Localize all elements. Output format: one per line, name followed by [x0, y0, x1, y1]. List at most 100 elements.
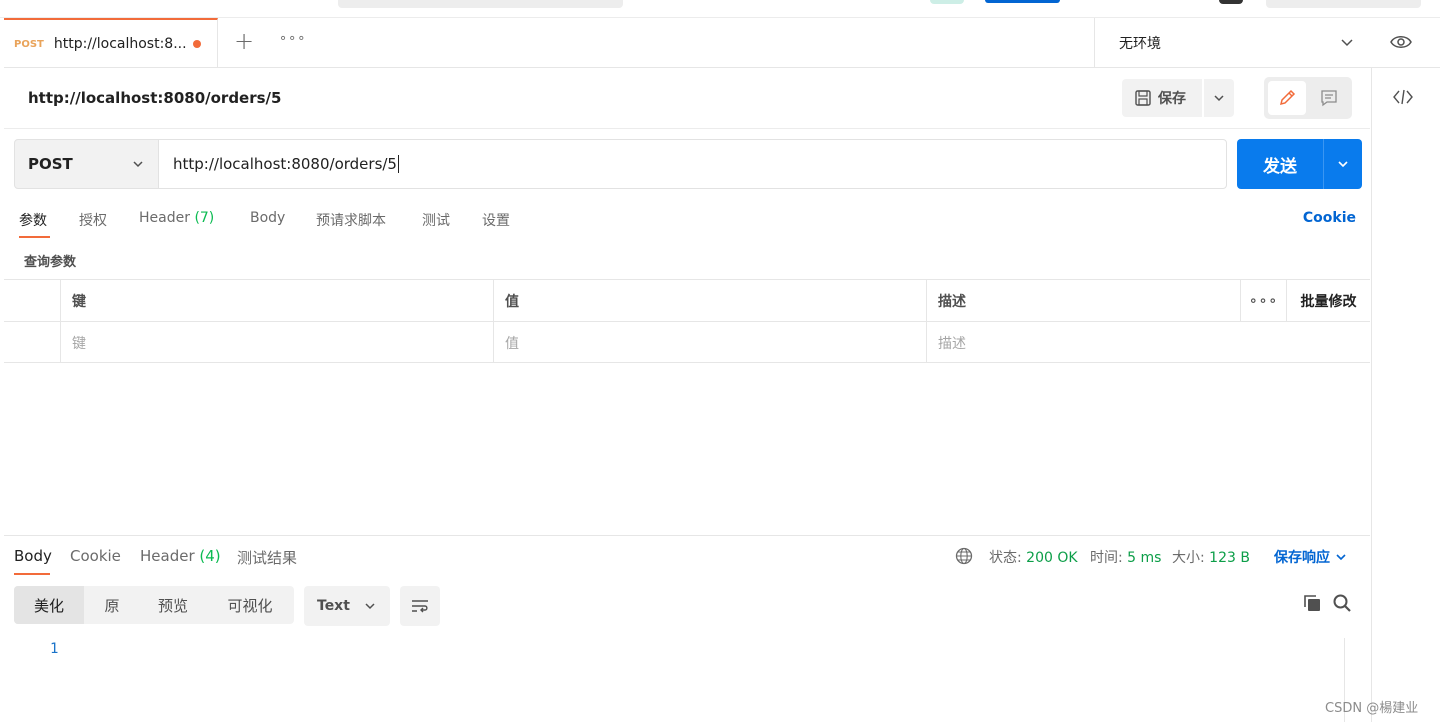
save-label: 保存 — [1158, 91, 1186, 107]
edit-mode-button[interactable] — [1268, 81, 1306, 115]
chevron-down-icon — [365, 603, 375, 610]
table-row: 键 值 描述 — [4, 322, 1370, 364]
url-input[interactable]: http://localhost:8080/orders/5 — [158, 139, 1227, 189]
request-tab[interactable]: POST http://localhost:8... — [4, 18, 218, 68]
search-bar-fragment — [338, 0, 623, 8]
response-divider[interactable] — [4, 535, 1370, 536]
response-tab-headers[interactable]: Header (4) — [140, 547, 221, 565]
description-input[interactable]: 描述 — [926, 322, 1240, 363]
status-label: 状态: — [989, 550, 1022, 566]
wrap-lines-button[interactable] — [400, 586, 440, 626]
tab-settings[interactable]: 设置 — [482, 210, 510, 230]
tab-body[interactable]: Body — [250, 210, 285, 226]
method-label: POST — [28, 155, 73, 173]
workspace-fragment — [1266, 0, 1421, 8]
bulk-edit-button[interactable]: 批量修改 — [1286, 280, 1370, 321]
tab-headers-label: Header — [139, 210, 190, 226]
save-response-button[interactable]: 保存响应 — [1274, 547, 1348, 567]
method-select[interactable]: POST — [14, 139, 159, 189]
top-toolbar-clipped — [0, 0, 1440, 18]
save-response-label: 保存响应 — [1274, 550, 1330, 566]
chevron-down-icon — [1341, 39, 1353, 47]
column-options-icon[interactable]: ∘∘∘ — [1240, 280, 1286, 321]
status-value: 200 OK — [1026, 550, 1078, 566]
text-cursor — [397, 155, 399, 173]
column-header-description: 描述 — [926, 280, 1240, 321]
environment-label: 无环境 — [1119, 36, 1161, 52]
watermark: CSDN @楊建业 — [1325, 701, 1419, 716]
time-indicator[interactable]: 时间: 5 ms — [1090, 547, 1161, 567]
time-value: 5 ms — [1127, 550, 1162, 566]
value-input[interactable]: 值 — [493, 322, 926, 363]
avatar-fragment — [930, 0, 964, 4]
send-button[interactable]: 发送 — [1237, 139, 1323, 189]
request-tabs: 参数 授权 Header (7) Body 预请求脚本 测试 设置 Cookie — [4, 204, 1370, 240]
pencil-icon — [1279, 89, 1296, 106]
url-value: http://localhost:8080/orders/5 — [173, 155, 397, 173]
profile-fragment — [1219, 0, 1243, 4]
request-header: http://localhost:8080/orders/5 保存 — [4, 68, 1370, 129]
tab-prerequest-script[interactable]: 预请求脚本 — [316, 210, 386, 230]
line-number: 1 — [50, 641, 59, 657]
eye-icon[interactable] — [1390, 32, 1412, 52]
size-value: 123 B — [1209, 550, 1250, 566]
chevron-down-icon — [1214, 95, 1224, 102]
tab-url: http://localhost:8... — [53, 36, 187, 52]
more-tabs-icon[interactable]: ∘∘∘ — [279, 31, 306, 46]
column-header-key: 键 — [60, 280, 493, 321]
time-label: 时间: — [1090, 550, 1123, 566]
format-preview-button[interactable]: 预览 — [140, 586, 206, 624]
search-icon[interactable] — [1332, 593, 1352, 613]
row-checkbox-cell — [4, 322, 60, 363]
format-toggle-group: 美化 原 预览 可视化 — [14, 586, 294, 624]
active-response-tab-indicator — [14, 573, 50, 575]
response-type-select[interactable]: Text — [304, 586, 390, 626]
cookie-link[interactable]: Cookie — [1303, 210, 1356, 226]
response-tab-body[interactable]: Body — [14, 547, 52, 565]
save-button[interactable]: 保存 — [1122, 79, 1202, 117]
key-input[interactable]: 键 — [60, 322, 493, 363]
tab-bar: POST http://localhost:8... + ∘∘∘ 无环境 — [4, 18, 1440, 68]
save-icon — [1135, 90, 1151, 106]
request-title[interactable]: http://localhost:8080/orders/5 — [28, 89, 281, 107]
column-header-value: 值 — [493, 280, 926, 321]
response-tab-test-results[interactable]: 测试结果 — [237, 547, 297, 568]
tab-method: POST — [14, 38, 44, 50]
save-options-button[interactable] — [1204, 79, 1234, 117]
tab-tests[interactable]: 测试 — [422, 210, 450, 230]
query-params-heading: 查询参数 — [24, 255, 77, 270]
tab-params[interactable]: 参数 — [19, 210, 47, 230]
unsaved-dot-icon — [193, 40, 201, 48]
send-options-button[interactable] — [1323, 139, 1362, 189]
response-headers-count: (4) — [199, 547, 221, 565]
response-type-label: Text — [317, 598, 350, 614]
tab-auth[interactable]: 授权 — [79, 210, 107, 230]
tab-headers[interactable]: Header (7) — [139, 210, 214, 226]
chevron-down-icon — [1336, 554, 1346, 561]
params-table: 键 值 描述 ∘∘∘ 批量修改 键 值 描述 — [4, 279, 1370, 363]
upgrade-button-fragment — [985, 0, 1060, 3]
comment-mode-button[interactable] — [1310, 81, 1348, 115]
new-tab-plus-icon[interactable]: + — [232, 29, 256, 54]
tab-headers-count: (7) — [194, 210, 215, 226]
status-indicator[interactable]: 状态: 200 OK — [989, 547, 1078, 567]
globe-icon[interactable] — [955, 547, 973, 565]
response-headers-label: Header — [140, 547, 195, 565]
copy-icon[interactable] — [1302, 593, 1322, 613]
format-visualize-button[interactable]: 可视化 — [206, 586, 294, 624]
format-raw-button[interactable]: 原 — [84, 586, 140, 624]
table-header-row: 键 值 描述 ∘∘∘ 批量修改 — [4, 280, 1370, 322]
mode-toggle — [1264, 77, 1352, 119]
response-tab-cookies[interactable]: Cookie — [70, 547, 121, 565]
right-sidebar — [1371, 68, 1440, 722]
chevron-down-icon — [133, 161, 143, 168]
environment-select[interactable]: 无环境 — [1094, 18, 1370, 68]
wrap-lines-icon — [412, 600, 428, 613]
active-tab-indicator — [19, 236, 50, 238]
format-pretty-button[interactable]: 美化 — [14, 586, 84, 624]
comment-icon — [1321, 90, 1337, 107]
code-icon[interactable] — [1392, 88, 1414, 106]
chevron-down-icon — [1338, 161, 1348, 168]
size-label: 大小: — [1172, 550, 1205, 566]
size-indicator[interactable]: 大小: 123 B — [1172, 547, 1250, 567]
